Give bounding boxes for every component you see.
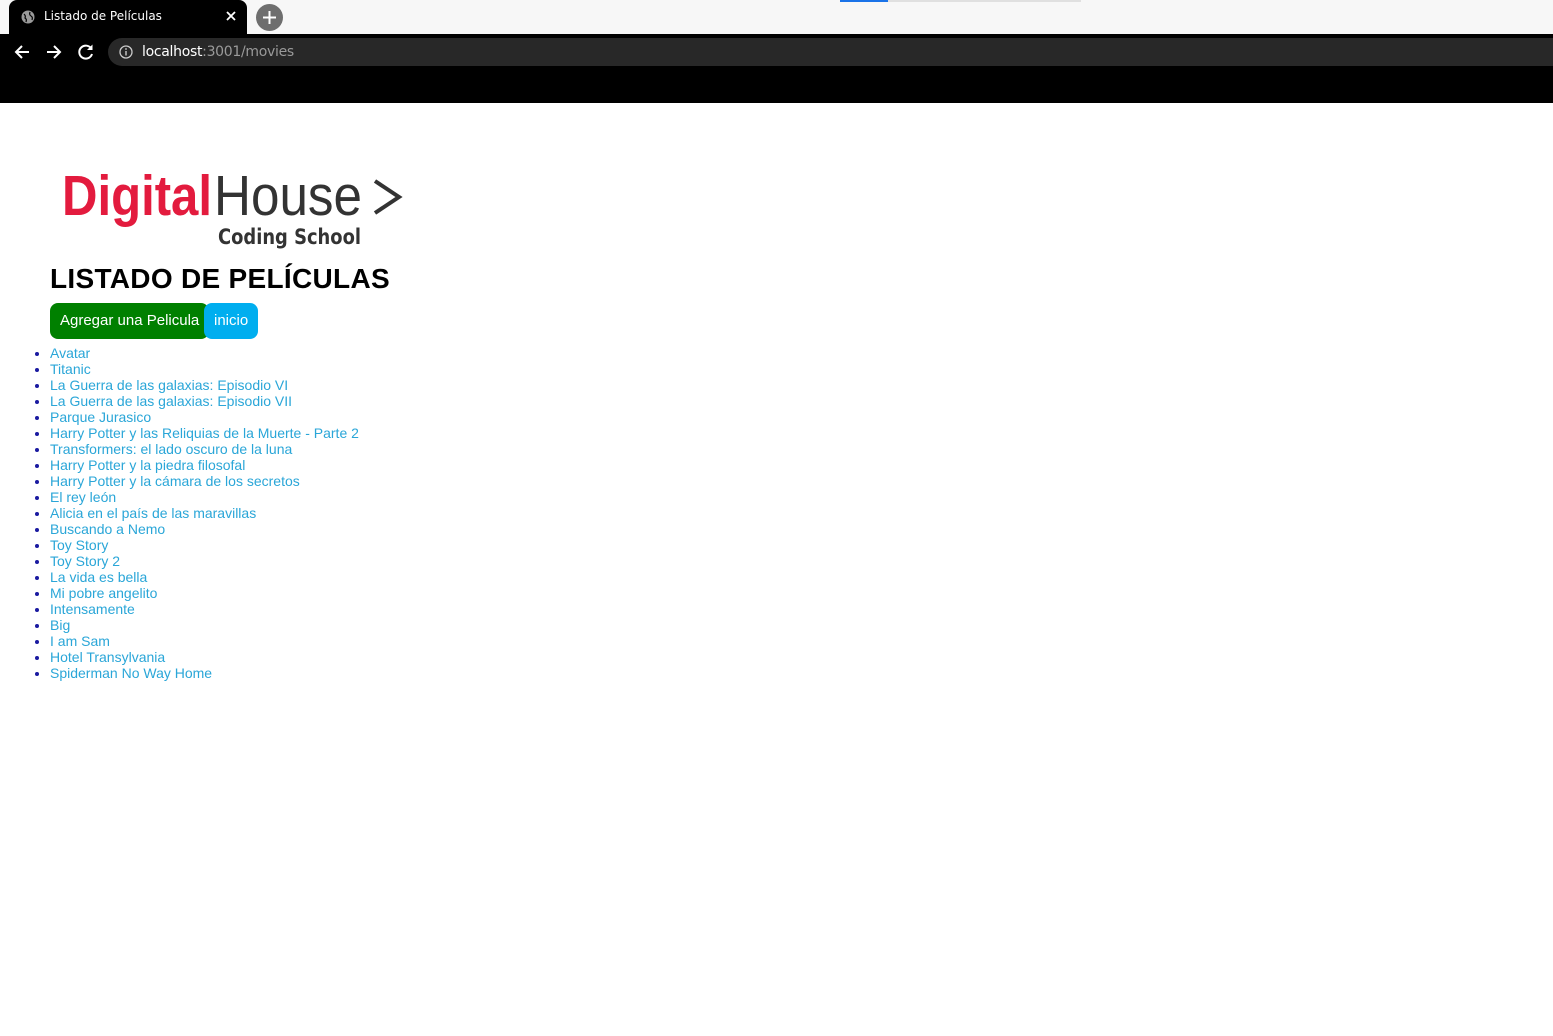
page-content: Digital House Coding School LISTADO DE P… (0, 103, 1553, 1036)
browser-toolbar: localhost:3001/movies (0, 34, 1553, 70)
logo-subtitle: Coding School (218, 225, 361, 249)
list-item: La vida es bella (50, 569, 359, 585)
url-text[interactable]: localhost:3001/movies (142, 44, 294, 60)
movie-link[interactable]: Harry Potter y la piedra filosofal (50, 457, 245, 473)
list-item: El rey león (50, 489, 359, 505)
digital-house-logo: Digital House Coding School (62, 164, 403, 249)
chevron-right-icon (373, 179, 403, 215)
info-icon[interactable] (119, 45, 133, 59)
new-tab-button[interactable] (256, 4, 283, 31)
page-title: LISTADO DE PELÍCULAS (50, 263, 390, 294)
list-item: Intensamente (50, 601, 359, 617)
list-item: Alicia en el país de las maravillas (50, 505, 359, 521)
close-icon[interactable] (223, 8, 239, 24)
movie-link[interactable]: Spiderman No Way Home (50, 665, 212, 681)
list-item: Toy Story (50, 537, 359, 553)
url-path: :3001/movies (202, 44, 294, 60)
movie-link[interactable]: Mi pobre angelito (50, 585, 157, 601)
list-item: Harry Potter y la cámara de los secretos (50, 473, 359, 489)
movie-link[interactable]: Toy Story (50, 537, 108, 553)
movie-list: Avatar Titanic La Guerra de las galaxias… (50, 345, 359, 681)
list-item: Avatar (50, 345, 359, 361)
movie-link[interactable]: Parque Jurasico (50, 409, 151, 425)
url-host: localhost (142, 44, 203, 60)
loading-indicator (840, 0, 888, 2)
loading-track (888, 0, 1081, 2)
list-item: I am Sam (50, 633, 359, 649)
movie-link[interactable]: Avatar (50, 345, 90, 361)
list-item: Spiderman No Way Home (50, 665, 359, 681)
list-item: La Guerra de las galaxias: Episodio VI (50, 377, 359, 393)
plus-icon (263, 11, 276, 24)
browser-tab[interactable]: Listado de Películas (9, 0, 247, 34)
list-item: Mi pobre angelito (50, 585, 359, 601)
globe-icon (21, 10, 35, 24)
home-button[interactable]: inicio (204, 303, 259, 339)
list-item: Harry Potter y las Reliquias de la Muert… (50, 425, 359, 441)
tab-strip: Listado de Películas (0, 0, 1553, 34)
list-item: Parque Jurasico (50, 409, 359, 425)
add-movie-button[interactable]: Agregar una Pelicula (50, 303, 210, 339)
forward-icon[interactable] (44, 42, 64, 62)
movie-link[interactable]: Big (50, 617, 70, 633)
logo-house: House (214, 164, 362, 228)
list-item: Big (50, 617, 359, 633)
movie-link[interactable]: La Guerra de las galaxias: Episodio VI (50, 377, 288, 393)
list-item: Hotel Transylvania (50, 649, 359, 665)
movie-link[interactable]: Harry Potter y la cámara de los secretos (50, 473, 300, 489)
movie-link[interactable]: Hotel Transylvania (50, 649, 165, 665)
list-item: Buscando a Nemo (50, 521, 359, 537)
movie-link[interactable]: Titanic (50, 361, 91, 377)
movie-link[interactable]: Intensamente (50, 601, 135, 617)
movie-link[interactable]: El rey león (50, 489, 116, 505)
bookmark-bar (0, 70, 1553, 103)
tab-title: Listado de Películas (44, 9, 162, 23)
movie-link[interactable]: La vida es bella (50, 569, 147, 585)
movie-link[interactable]: I am Sam (50, 633, 110, 649)
list-item: Toy Story 2 (50, 553, 359, 569)
list-item: Harry Potter y la piedra filosofal (50, 457, 359, 473)
movie-link[interactable]: Alicia en el país de las maravillas (50, 505, 256, 521)
back-icon[interactable] (12, 42, 32, 62)
movie-link[interactable]: La Guerra de las galaxias: Episodio VII (50, 393, 292, 409)
movie-link[interactable]: Transformers: el lado oscuro de la luna (50, 441, 292, 457)
list-item: La Guerra de las galaxias: Episodio VII (50, 393, 359, 409)
address-bar[interactable]: localhost:3001/movies (108, 38, 1553, 66)
list-item: Transformers: el lado oscuro de la luna (50, 441, 359, 457)
reload-icon[interactable] (76, 42, 96, 62)
movie-link[interactable]: Buscando a Nemo (50, 521, 165, 537)
logo-digital: Digital (62, 164, 212, 228)
movie-link[interactable]: Toy Story 2 (50, 553, 120, 569)
movie-link[interactable]: Harry Potter y las Reliquias de la Muert… (50, 425, 359, 441)
list-item: Titanic (50, 361, 359, 377)
